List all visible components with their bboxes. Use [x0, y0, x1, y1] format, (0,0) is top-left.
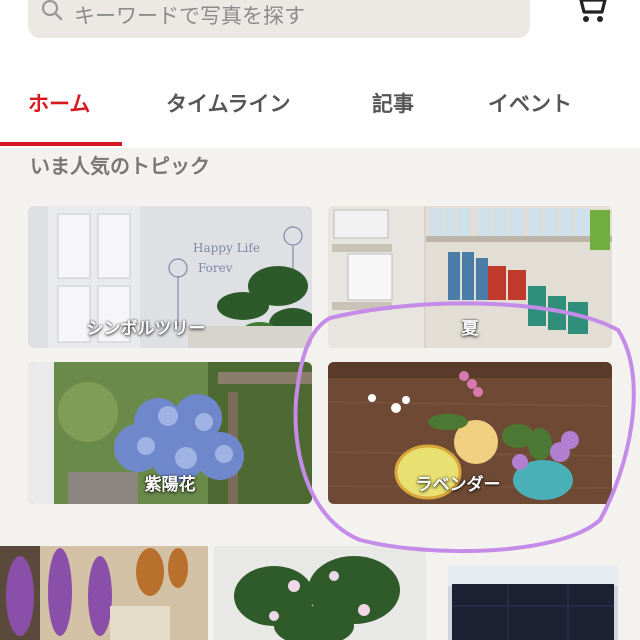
- tab-home[interactable]: ホーム: [28, 88, 90, 118]
- header: キーワードで写真を探す ホーム タイムライン 記事 イベント: [0, 0, 640, 148]
- topic-label: ラベンダー: [415, 475, 501, 495]
- feed-photo: [214, 546, 426, 640]
- active-tab-indicator: [0, 142, 122, 146]
- topic-label: 夏: [461, 319, 479, 339]
- search-input[interactable]: キーワードで写真を探す: [74, 0, 305, 30]
- cart-icon[interactable]: [572, 0, 608, 24]
- svg-text:Happy Life: Happy Life: [193, 241, 260, 255]
- tab-articles[interactable]: 記事: [372, 88, 414, 118]
- topic-label: シンボルツリー: [86, 319, 206, 339]
- topic-label: 紫陽花: [144, 475, 196, 495]
- section-title: いま人気のトピック: [30, 154, 210, 178]
- feed-photo: [448, 566, 618, 640]
- topic-tile-symbol-tree[interactable]: Happy Life Forev シンボルツリー: [28, 206, 312, 348]
- tab-events[interactable]: イベント: [488, 88, 572, 118]
- feed-photo: [0, 546, 208, 640]
- tab-bar: ホーム タイムライン 記事 イベント: [0, 78, 640, 148]
- feed-photo-thumbnail[interactable]: [214, 546, 426, 640]
- svg-text:Forev: Forev: [198, 261, 233, 275]
- topic-tile-summer[interactable]: 夏: [328, 206, 612, 348]
- topic-tile-hydrangea[interactable]: 紫陽花: [28, 362, 312, 504]
- search-bar[interactable]: キーワードで写真を探す: [28, 0, 530, 38]
- feed-photo-thumbnail[interactable]: [448, 566, 618, 640]
- tab-timeline[interactable]: タイムライン: [166, 88, 291, 118]
- search-icon: [41, 0, 63, 21]
- topic-tile-lavender[interactable]: ラベンダー: [328, 362, 612, 504]
- feed-photo-thumbnail[interactable]: [0, 546, 208, 640]
